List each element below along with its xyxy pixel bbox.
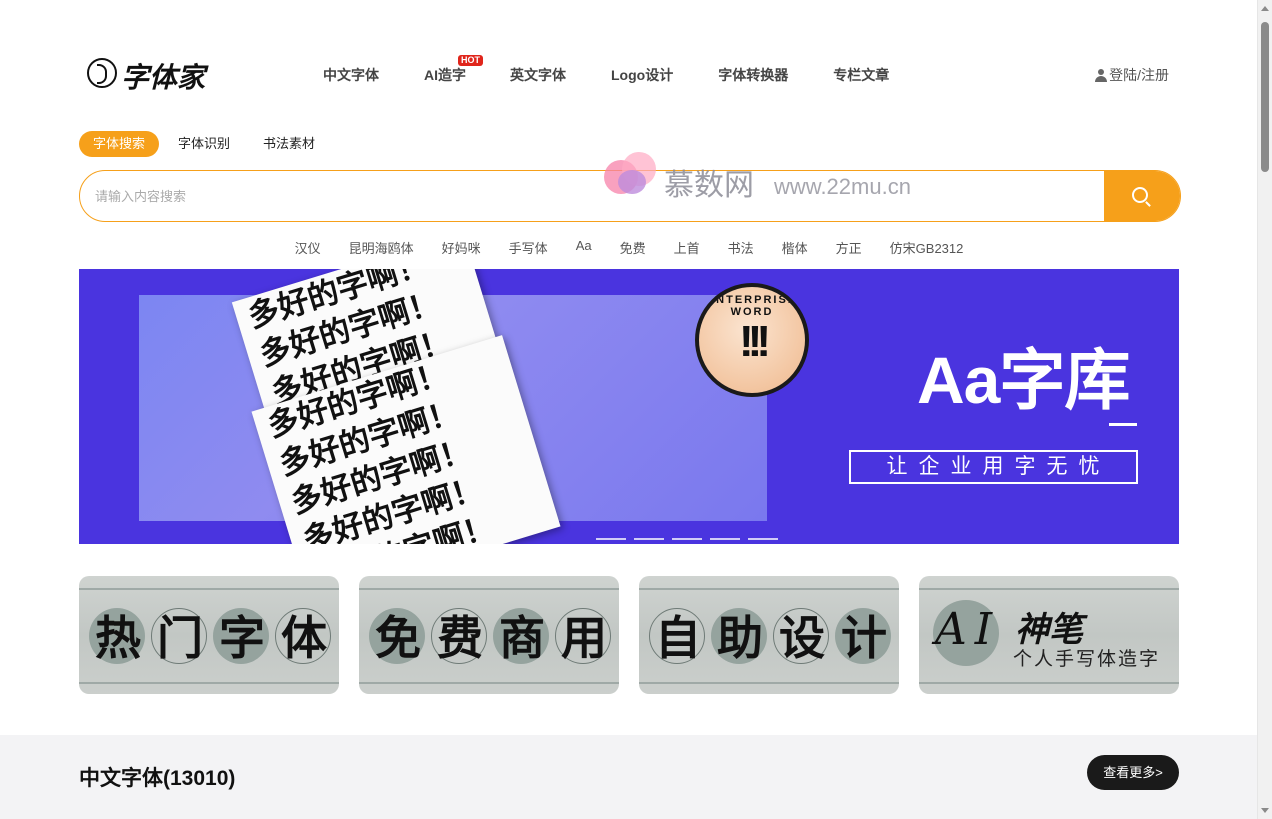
card-self-design[interactable]: 自 助 设 计: [639, 576, 899, 694]
nav-chinese-fonts[interactable]: 中文字体: [323, 65, 379, 85]
carousel-dot[interactable]: [748, 538, 778, 540]
logo-text: 字体家: [121, 61, 206, 94]
hot-word[interactable]: 免费: [620, 238, 646, 257]
chinese-fonts-section: 中文字体(13010) 查看更多>: [0, 735, 1257, 819]
login-label: 登陆/注册: [1109, 67, 1169, 83]
nav-english-fonts[interactable]: 英文字体: [510, 65, 566, 85]
carousel-dot[interactable]: [596, 538, 626, 540]
hot-word[interactable]: 仿宋GB2312: [890, 238, 964, 257]
badge-ring-text: ENTERPRISE WORD: [706, 294, 798, 318]
hot-word[interactable]: 手写体: [509, 238, 548, 257]
hot-word[interactable]: 好妈咪: [442, 238, 481, 257]
hot-word[interactable]: 楷体: [782, 238, 808, 257]
nav-logo-design[interactable]: Logo设计: [611, 65, 673, 85]
card-free-commercial[interactable]: 免 费 商 用: [359, 576, 619, 694]
banner-tagline: 让企业用字无忧: [849, 450, 1138, 484]
ai-card-subtitle: 个人手写体造字: [1013, 649, 1161, 670]
page-scrollbar[interactable]: [1257, 0, 1272, 819]
hot-word[interactable]: 上首: [674, 238, 700, 257]
carousel-dot[interactable]: [634, 538, 664, 540]
banner-headline: Aa字库: [917, 343, 1130, 417]
hot-word[interactable]: Aa: [576, 238, 592, 257]
hot-word[interactable]: 方正: [836, 238, 862, 257]
hot-word[interactable]: 书法: [728, 238, 754, 257]
nav-articles[interactable]: 专栏文章: [833, 65, 889, 85]
carousel-dot[interactable]: [710, 538, 740, 540]
view-more-button[interactable]: 查看更多>: [1087, 755, 1179, 790]
scrollbar-thumb[interactable]: [1261, 22, 1269, 172]
hot-search-words: 汉仪 昆明海鸥体 好妈咪 手写体 Aa 免费 上首 书法 楷体 方正 仿宋GB2…: [79, 238, 1179, 257]
login-link[interactable]: 登陆/注册: [1095, 65, 1169, 85]
tab-font-search[interactable]: 字体搜索: [79, 131, 160, 157]
scroll-down-icon[interactable]: [1261, 808, 1269, 813]
search-input[interactable]: [80, 171, 1106, 221]
hero-banner[interactable]: 多好的字啊！ 多好的字啊！ 多好的字啊！ 多好的字啊！ 多好的字啊！ 多好的字啊…: [79, 269, 1179, 544]
hot-word[interactable]: 汉仪: [295, 238, 321, 257]
search-button[interactable]: [1104, 171, 1180, 221]
card-hot-fonts[interactable]: 热 门 字 体: [79, 576, 339, 694]
user-icon: [1095, 68, 1108, 82]
main-nav: 中文字体 AI造字 HOT 英文字体 Logo设计 字体转换器 专栏文章: [323, 55, 934, 85]
search-icon: [1132, 187, 1148, 203]
tab-font-recognition[interactable]: 字体识别: [164, 131, 244, 157]
site-logo[interactable]: 字体家: [87, 54, 212, 94]
tab-calligraphy[interactable]: 书法素材: [249, 131, 329, 157]
badge-exclamation-icon: !!!: [739, 317, 771, 366]
nav-font-converter[interactable]: 字体转换器: [718, 65, 788, 85]
scroll-up-icon[interactable]: [1261, 6, 1269, 11]
nav-ai-font-maker[interactable]: AI造字 HOT: [424, 55, 483, 85]
search-tabs: 字体搜索 字体识别 书法素材: [79, 131, 334, 157]
hot-badge: HOT: [458, 55, 483, 66]
feature-cards: 热 门 字 体 免 费 商 用 自 助 设 计 AI 神笔 个人手写体造字: [79, 576, 1179, 694]
hot-word[interactable]: 昆明海鸥体: [349, 238, 414, 257]
nav-ai-label: AI造字: [424, 67, 466, 83]
ai-mark: AI: [935, 604, 1001, 655]
carousel-indicators: [596, 538, 786, 540]
enterprise-word-badge: ENTERPRISE WORD !!!: [695, 283, 809, 397]
carousel-dot[interactable]: [672, 538, 702, 540]
site-header: 字体家 中文字体 AI造字 HOT 英文字体 Logo设计 字体转换器 专栏文章…: [79, 48, 1179, 98]
card-ai-brush[interactable]: AI 神笔 个人手写体造字: [919, 576, 1179, 694]
section-title: 中文字体(13010): [79, 767, 236, 790]
search-box: [79, 170, 1181, 222]
logo-seal-icon: [87, 58, 117, 88]
banner-divider: [1109, 423, 1137, 426]
